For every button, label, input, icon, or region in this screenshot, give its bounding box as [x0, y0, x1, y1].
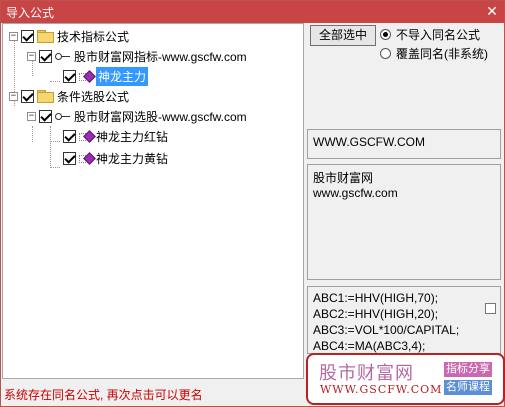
site-checkbox[interactable]: [39, 49, 52, 63]
radio-label: 覆盖同名(非系统): [396, 46, 488, 61]
tree-site-screening[interactable]: − 股市财富网选股-www.gscfw.com: [27, 106, 247, 126]
tree-site-label: 股市财富网选股-www.gscfw.com: [74, 109, 247, 124]
watermark-tag-course: 名师课程: [444, 380, 492, 395]
code-box-checkbox[interactable]: [485, 303, 496, 314]
code-line: ABC4:=MA(ABC3,4);: [313, 339, 426, 353]
watermark-logo: 股市财富网 WWW.GSCFW.COM 指标分享 名师课程: [306, 353, 505, 405]
code-line: ABC3:=VOL*100/CAPITAL;: [313, 323, 460, 337]
collapse-icon[interactable]: −: [27, 111, 36, 121]
tree-formula-label: 神龙主力红钻: [96, 129, 169, 144]
radio-button[interactable]: [380, 47, 391, 59]
collapse-icon[interactable]: −: [9, 31, 18, 41]
collapse-icon[interactable]: −: [9, 91, 18, 101]
radio-overwrite-duplicates[interactable]: 覆盖同名(非系统): [380, 45, 488, 61]
tree-formula-item[interactable]: 神龙主力黄钻: [63, 148, 168, 168]
tree-formula-item[interactable]: 神龙主力: [63, 66, 149, 86]
close-icon[interactable]: ✕: [484, 3, 500, 19]
radio-skip-duplicates[interactable]: 不导入同名公式: [380, 26, 480, 42]
tree-connector: [32, 126, 33, 142]
code-line: ABC2:=HHV(HIGH,20);: [313, 307, 439, 321]
title-bar: 导入公式 ✕: [1, 1, 504, 23]
tree-connector: [50, 126, 51, 168]
folder-icon: [37, 90, 54, 103]
tree-formula-label: 神龙主力黄钻: [96, 151, 169, 166]
radio-label: 不导入同名公式: [396, 27, 481, 42]
url-text: WWW.GSCFW.COM: [313, 135, 425, 149]
code-line: ABC1:=HHV(HIGH,70);: [313, 291, 439, 305]
tree-group-label: 技术指标公式: [57, 29, 130, 44]
description-line: www.gscfw.com: [313, 186, 398, 200]
formula-checkbox[interactable]: [63, 69, 76, 83]
key-icon: [55, 51, 71, 61]
formula-url-box: WWW.GSCFW.COM: [307, 129, 501, 159]
tree-formula-label: 神龙主力: [96, 66, 149, 86]
key-icon: [55, 111, 71, 121]
tree-connector: [50, 141, 60, 142]
tree-connector: [50, 167, 60, 168]
site-checkbox[interactable]: [39, 109, 52, 123]
formula-checkbox[interactable]: [63, 129, 76, 143]
select-all-button[interactable]: 全部选中: [310, 25, 376, 46]
collapse-icon[interactable]: −: [27, 51, 36, 61]
folder-icon: [37, 30, 54, 43]
tree-group-stock-screening[interactable]: − 条件选股公式: [9, 86, 129, 106]
tree-formula-item[interactable]: 神龙主力红钻: [63, 126, 168, 146]
tree-site-indicator[interactable]: − 股市财富网指标-www.gscfw.com: [27, 46, 247, 66]
group-checkbox[interactable]: [21, 89, 34, 103]
status-message: 系统存在同名公式, 再次点击可以更名: [4, 388, 203, 402]
tree-connector: [50, 81, 60, 82]
radio-button[interactable]: [380, 28, 391, 40]
formula-code-box[interactable]: ABC1:=HHV(HIGH,70); ABC2:=HHV(HIGH,20); …: [307, 286, 501, 354]
import-formula-dialog: 导入公式 ✕ − 技术指标公式 − 股市财富网指标-www.gscfw.com …: [0, 0, 505, 407]
tree-group-technical[interactable]: − 技术指标公式: [9, 26, 129, 46]
formula-tree: − 技术指标公式 − 股市财富网指标-www.gscfw.com 神龙主力 − …: [2, 23, 304, 379]
formula-checkbox[interactable]: [63, 151, 76, 165]
formula-icon: [79, 130, 93, 142]
watermark-url: WWW.GSCFW.COM: [320, 383, 443, 396]
formula-icon: [79, 152, 93, 164]
formula-icon: [79, 70, 93, 82]
watermark-tag-share: 指标分享: [444, 362, 492, 377]
group-checkbox[interactable]: [21, 29, 34, 43]
description-line: 股市财富网: [313, 171, 374, 185]
watermark-name: 股市财富网: [319, 363, 414, 384]
formula-description-box: 股市财富网 www.gscfw.com: [307, 164, 501, 280]
tree-site-label: 股市财富网指标-www.gscfw.com: [74, 49, 247, 64]
tree-group-label: 条件选股公式: [57, 89, 130, 104]
window-title: 导入公式: [6, 6, 55, 20]
